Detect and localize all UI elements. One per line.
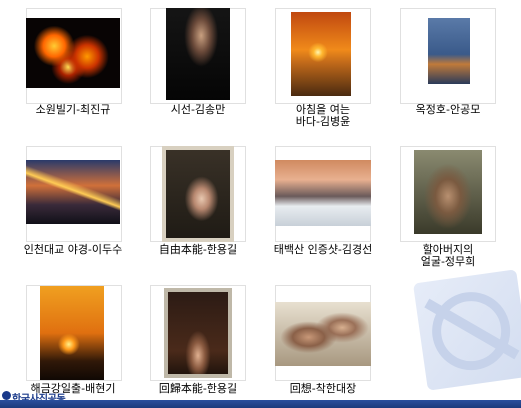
thumbnail-image[interactable] [164, 288, 232, 378]
brand-logo-icon [2, 391, 11, 400]
item-label[interactable]: 自由本能-한용길 [128, 244, 268, 256]
thumbnail-image[interactable] [428, 18, 470, 84]
thumbnail-image[interactable] [275, 302, 371, 366]
thumbnail-image[interactable] [275, 160, 371, 226]
bottom-bar [0, 400, 521, 408]
thumbnail-image[interactable] [40, 286, 104, 380]
item-label[interactable]: 옥정호-안공모 [378, 104, 518, 116]
item-label[interactable]: 아침을 여는 바다-김병윤 [253, 104, 393, 128]
item-label[interactable]: 인천대교 야경-이두수 [3, 244, 143, 256]
thumbnail-image[interactable] [26, 160, 120, 224]
item-label[interactable]: 소원빌기-최진규 [3, 104, 143, 116]
watermark-logo [412, 269, 521, 391]
thumbnail-image[interactable] [26, 18, 120, 88]
thumbnail-image[interactable] [414, 150, 482, 234]
item-label[interactable]: 回想-착한대장 [253, 383, 393, 395]
item-label[interactable]: 回歸本能-한용길 [128, 383, 268, 395]
thumbnail-image[interactable] [162, 146, 234, 242]
item-label[interactable]: 할아버지의 얼굴-정무희 [378, 244, 518, 268]
thumbnail-image[interactable] [291, 12, 351, 96]
thumbnail-image[interactable] [166, 8, 230, 100]
item-label[interactable]: 시선-김송만 [128, 104, 268, 116]
item-label[interactable]: 태백산 인증샷-김경선 [253, 244, 393, 256]
